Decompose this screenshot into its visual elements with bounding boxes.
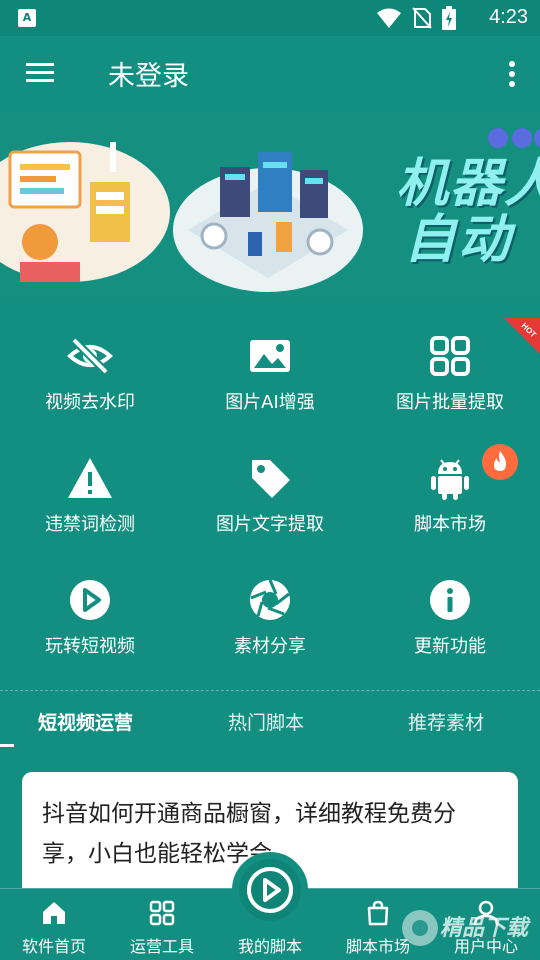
more-options-icon[interactable]	[502, 58, 522, 90]
fire-badge	[482, 444, 518, 480]
content-tabs: 短视频运营 热门脚本 推荐素材	[0, 700, 540, 747]
app-bar: 未登录	[0, 36, 540, 112]
feature-material-share[interactable]: 素材分享	[180, 562, 360, 672]
tab-short-video-ops[interactable]: 短视频运营	[38, 708, 133, 735]
feature-banned-words-check[interactable]: 违禁词检测	[0, 440, 180, 550]
tab-indicator	[0, 744, 14, 747]
status-bar: A 4:23	[0, 0, 540, 36]
info-icon	[430, 580, 470, 620]
status-icons	[376, 6, 456, 30]
tab-hot-scripts[interactable]: 热门脚本	[228, 708, 304, 735]
tag-icon	[252, 460, 290, 498]
nav-label: 软件首页	[21, 937, 86, 956]
battery-icon	[442, 6, 456, 30]
nav-home[interactable]: 软件首页	[0, 889, 108, 960]
my-scripts-fab[interactable]	[232, 852, 308, 928]
feature-label: 更新功能	[414, 636, 486, 657]
feature-image-batch-extract[interactable]: HOT 图片批量提取	[360, 318, 540, 428]
tab-recommended-materials[interactable]: 推荐素材	[408, 708, 484, 735]
aperture-icon	[250, 579, 290, 620]
watermark-logo-icon	[402, 910, 438, 946]
home-icon	[43, 902, 65, 924]
nav-tools[interactable]: 运营工具	[108, 889, 216, 960]
eye-off-icon	[67, 337, 113, 375]
play-circle-icon	[70, 580, 110, 620]
app-notification-icon: A	[18, 9, 36, 27]
feature-label: 玩转短视频	[45, 636, 135, 657]
feature-label: 素材分享	[234, 636, 306, 657]
menu-icon[interactable]	[22, 58, 58, 90]
feature-image-ai-enhance[interactable]: 图片AI增强	[180, 318, 360, 428]
feature-short-video[interactable]: 玩转短视频	[0, 562, 180, 672]
no-sim-icon	[412, 7, 432, 29]
android-icon	[431, 459, 469, 500]
feature-image-text-extract[interactable]: 图片文字提取	[180, 440, 360, 550]
promo-banner[interactable]: 机器人 自动	[0, 112, 540, 302]
site-watermark: 精品下载	[400, 898, 540, 956]
banner-illustration	[0, 142, 363, 292]
image-icon	[250, 340, 290, 372]
feature-label: 图片AI增强	[225, 392, 315, 413]
banner-icons	[488, 128, 540, 148]
feature-label: 脚本市场	[414, 514, 486, 535]
section-divider	[0, 690, 540, 691]
feature-label: 图片批量提取	[396, 392, 504, 413]
banner-headline: 机器人 自动	[396, 154, 540, 270]
feature-label: 图片文字提取	[216, 514, 324, 535]
shopping-bag-icon	[367, 900, 389, 926]
wifi-icon	[377, 8, 401, 28]
hot-badge: HOT	[504, 318, 540, 354]
feature-updates[interactable]: 更新功能	[360, 562, 540, 672]
grid-icon	[149, 900, 175, 926]
status-time: 4:23	[489, 6, 528, 28]
fire-icon	[494, 451, 506, 471]
feature-script-market[interactable]: 脚本市场	[360, 440, 540, 550]
feature-video-watermark-remove[interactable]: 视频去水印	[0, 318, 180, 428]
nav-label: 我的脚本	[237, 937, 302, 956]
feature-label: 违禁词检测	[45, 514, 135, 535]
feature-label: 视频去水印	[45, 392, 135, 413]
grid-icon	[430, 336, 470, 376]
watermark-text: 精品下载	[440, 916, 529, 941]
page-title: 未登录	[108, 61, 189, 92]
play-circle-icon	[247, 867, 293, 913]
nav-label: 运营工具	[129, 937, 194, 956]
warning-icon	[68, 458, 112, 498]
